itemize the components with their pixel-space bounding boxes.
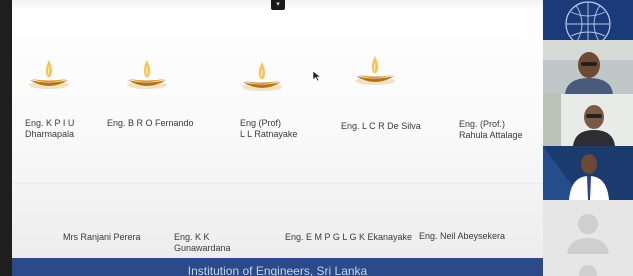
footer-title: Institution of Engineers, Sri Lanka <box>187 264 368 276</box>
participant-video-tile[interactable] <box>543 256 633 276</box>
mouse-cursor-icon <box>312 70 322 82</box>
oil-lamp-icon <box>124 54 170 94</box>
shared-screen: ▾ Eng. K P I U Dharmapala Eng. B R O Fer… <box>0 0 543 276</box>
participant-video-tile[interactable] <box>543 0 633 40</box>
user-avatar-icon <box>543 256 633 276</box>
honoree-name: Eng. E M P G L G K Ekanayake <box>285 232 413 242</box>
participant-video-tile[interactable] <box>543 94 633 146</box>
memorial-slide: ▾ Eng. K P I U Dharmapala Eng. B R O Fer… <box>12 0 543 276</box>
screen-share-toolbar-handle[interactable]: ▾ <box>271 0 285 10</box>
honoree-name: Eng. (Prof.) Rahula Attalage <box>459 119 523 140</box>
slide-footer-bar: Institution of Engineers, Sri Lanka <box>12 258 543 276</box>
honoree-name: Eng. Neil Abeysekera <box>419 231 506 241</box>
honoree-name: Eng (Prof) L L Ratnayake <box>240 118 298 139</box>
participant-video-tile[interactable] <box>543 200 633 256</box>
participant-video <box>543 40 633 94</box>
honoree-name: Eng. L C R De Silva <box>341 121 421 131</box>
oil-lamp-icon <box>239 56 285 96</box>
honoree-name: Eng. K K Gunawardana <box>174 232 231 253</box>
globe-logo-video <box>543 0 633 40</box>
participant-video-tile[interactable] <box>543 40 633 94</box>
oil-lamp-icon <box>26 54 72 94</box>
participant-video <box>543 94 633 146</box>
slide-divider <box>12 183 543 184</box>
honoree-name: Mrs Ranjani Perera <box>63 232 141 242</box>
participant-video-tile[interactable] <box>543 146 633 200</box>
honoree-name: Eng. K P I U Dharmapala <box>25 118 75 139</box>
user-avatar-icon <box>543 200 633 256</box>
oil-lamp-icon <box>352 50 398 90</box>
participant-gallery <box>543 0 633 276</box>
honoree-name: Eng. B R O Fernando <box>107 118 194 128</box>
participant-video <box>543 146 633 200</box>
